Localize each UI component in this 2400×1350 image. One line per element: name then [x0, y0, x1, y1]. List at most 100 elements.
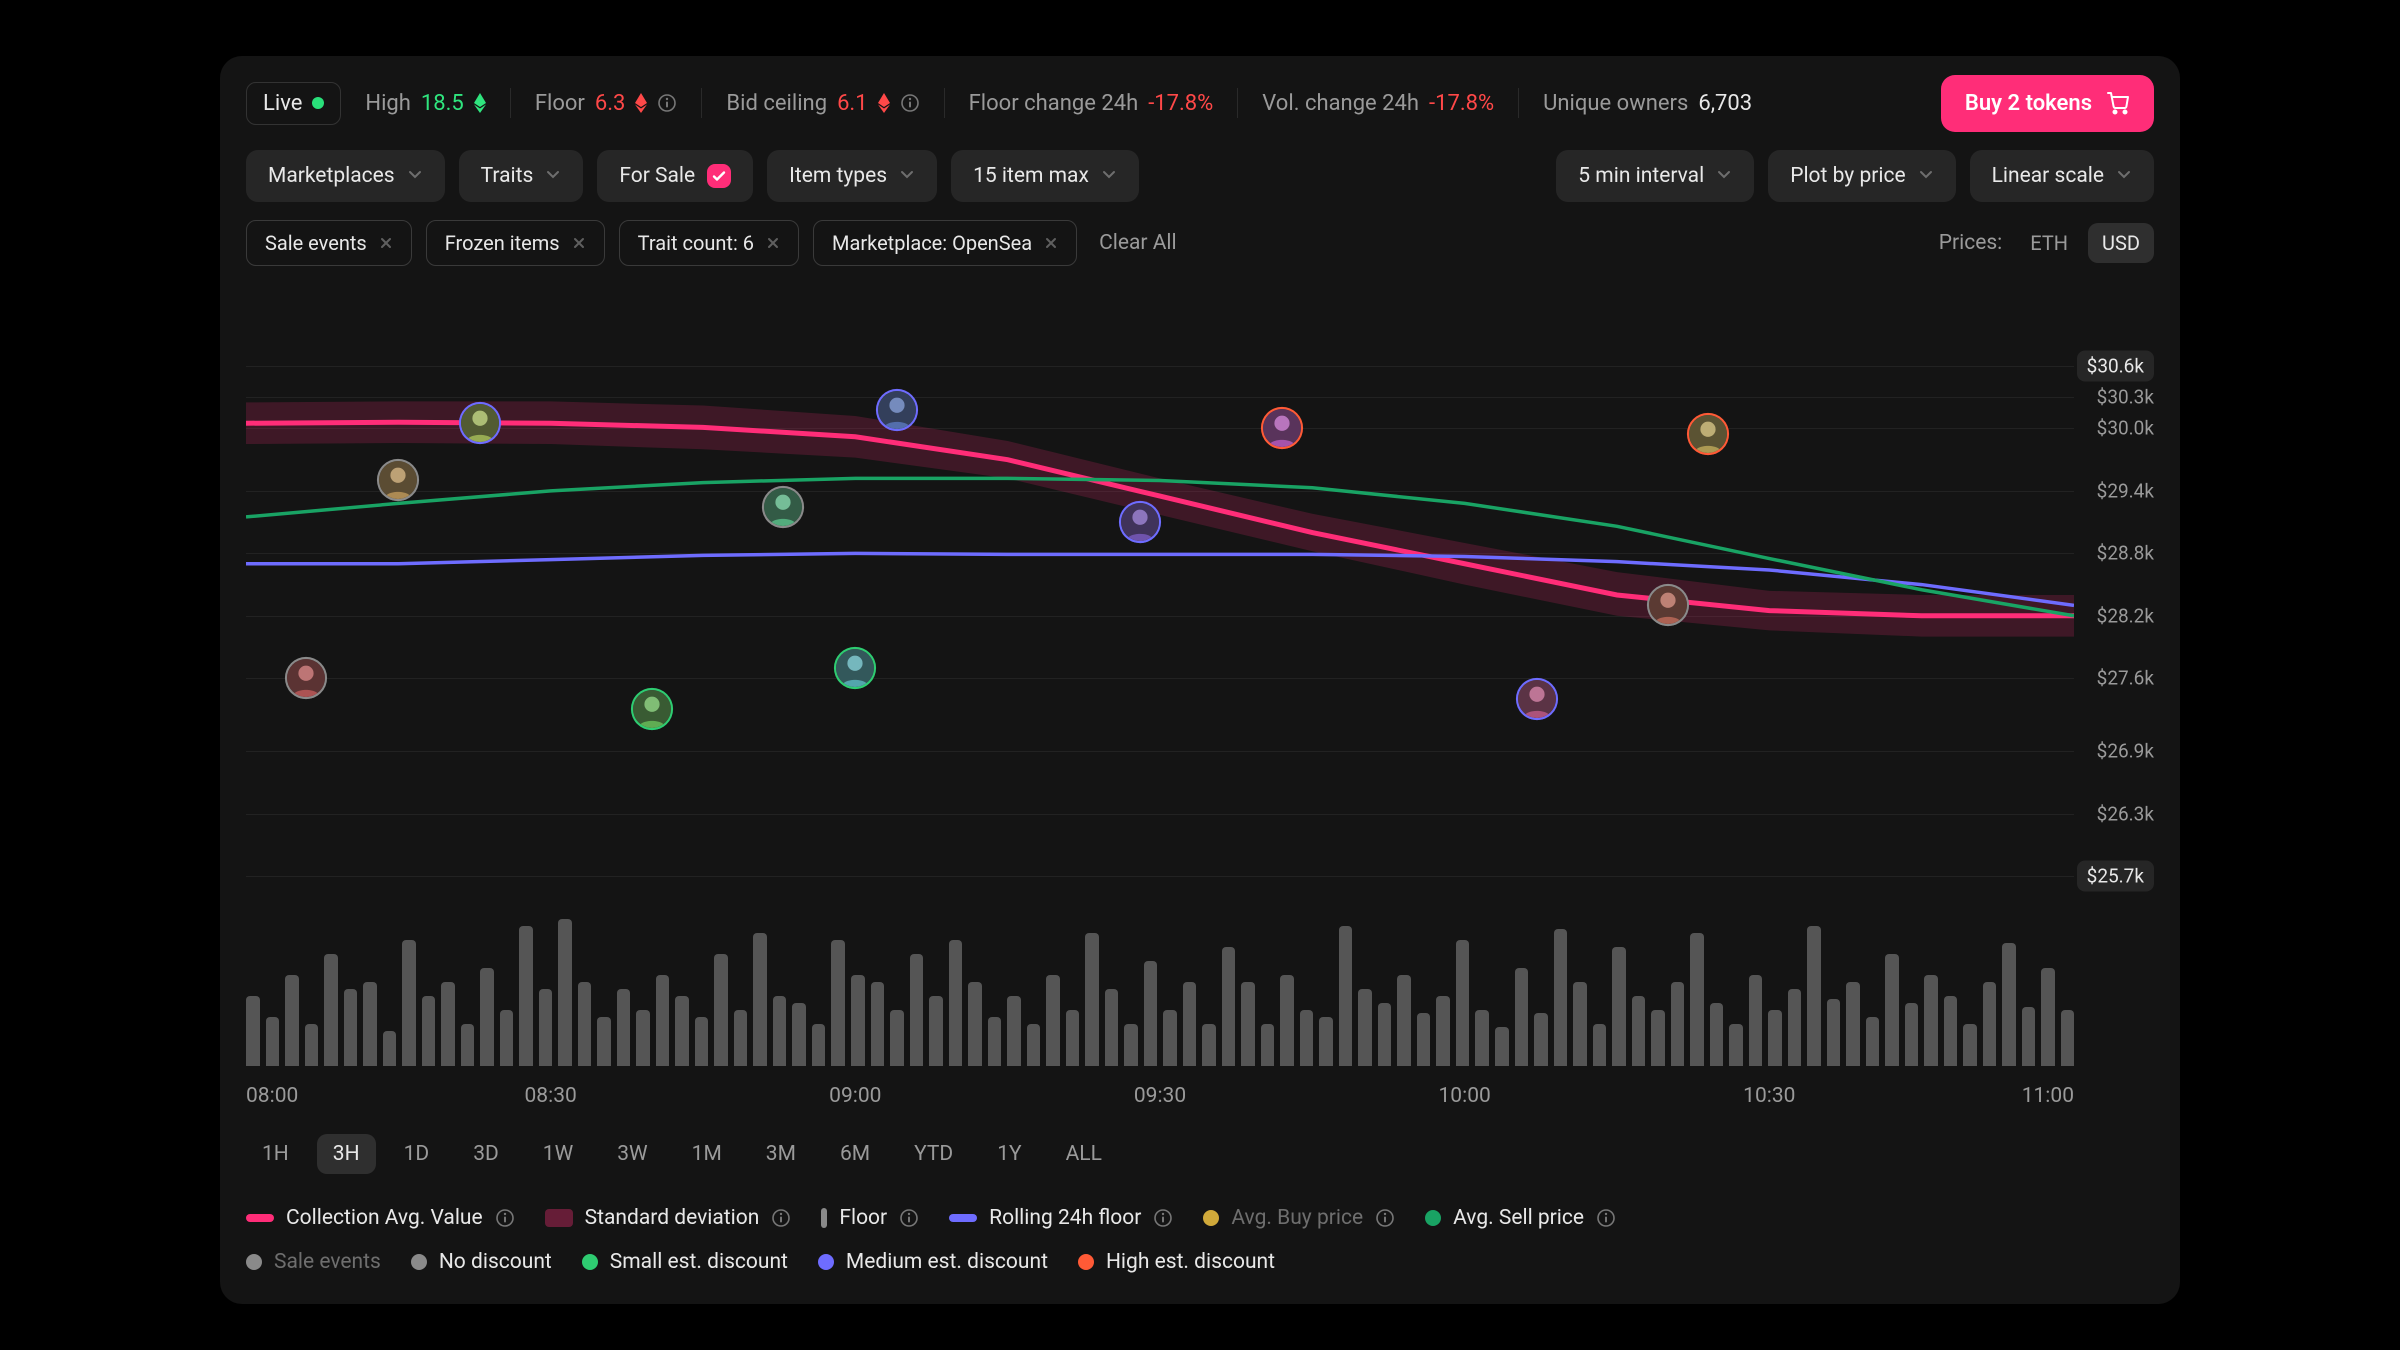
legend-item[interactable]: High est. discount — [1078, 1250, 1275, 1274]
range-3d[interactable]: 3D — [457, 1134, 515, 1174]
sale-event-marker[interactable] — [1645, 582, 1691, 628]
item-types-dropdown[interactable]: Item types — [767, 150, 937, 202]
volume-bar — [1007, 996, 1021, 1066]
volume-bar — [363, 982, 377, 1066]
divider — [701, 88, 702, 118]
volume-bar — [636, 1010, 650, 1066]
info-icon[interactable] — [1596, 1208, 1616, 1228]
range-1h[interactable]: 1H — [246, 1134, 305, 1174]
range-3m[interactable]: 3M — [750, 1134, 812, 1174]
sale-event-marker[interactable] — [457, 400, 503, 446]
range-1w[interactable]: 1W — [527, 1134, 589, 1174]
traits-dropdown[interactable]: Traits — [459, 150, 584, 202]
volume-chart[interactable] — [246, 906, 2074, 1066]
clear-all-button[interactable]: Clear All — [1099, 231, 1177, 255]
range-1y[interactable]: 1Y — [981, 1134, 1037, 1174]
marketplaces-dropdown[interactable]: Marketplaces — [246, 150, 445, 202]
volume-bar — [1866, 1017, 1880, 1066]
sale-event-marker[interactable] — [760, 484, 806, 530]
sale-event-marker[interactable] — [283, 655, 329, 701]
legend-item[interactable]: Standard deviation — [545, 1206, 792, 1230]
legend-item[interactable]: Sale events — [246, 1250, 381, 1274]
range-ytd[interactable]: YTD — [898, 1134, 969, 1174]
volume-bar — [1807, 926, 1821, 1066]
currency-eth[interactable]: ETH — [2016, 223, 2082, 263]
volume-bar — [1885, 954, 1899, 1066]
interval-dropdown[interactable]: 5 min interval — [1556, 150, 1754, 202]
range-all[interactable]: ALL — [1050, 1134, 1118, 1174]
range-1m[interactable]: 1M — [676, 1134, 738, 1174]
sale-event-marker[interactable] — [1117, 499, 1163, 545]
volume-bar — [1163, 1010, 1177, 1066]
price-chart[interactable]: $30.6k$30.3k$30.0k$29.4k$28.8k$28.2k$27.… — [246, 366, 2154, 876]
filter-chip[interactable]: Sale events — [246, 220, 412, 266]
volume-bar — [1788, 989, 1802, 1066]
legend-item[interactable]: Avg. Sell price — [1425, 1206, 1616, 1230]
x-axis-tick: 09:30 — [1134, 1084, 1186, 1108]
filter-chip[interactable]: Frozen items — [426, 220, 605, 266]
volume-bar — [305, 1024, 319, 1066]
volume-bar — [1300, 1010, 1314, 1066]
info-icon[interactable] — [771, 1208, 791, 1228]
filter-chip[interactable]: Trait count: 6 — [619, 220, 799, 266]
sale-event-marker[interactable] — [1685, 411, 1731, 457]
stat-floor-change: Floor change 24h -17.8% — [969, 91, 1214, 116]
legend-item[interactable]: Rolling 24h floor — [949, 1206, 1173, 1230]
info-icon[interactable] — [495, 1208, 515, 1228]
scale-dropdown[interactable]: Linear scale — [1970, 150, 2154, 202]
volume-bar — [792, 1003, 806, 1066]
volume-bar — [1573, 982, 1587, 1066]
legend-item[interactable]: No discount — [411, 1250, 552, 1274]
legend-item[interactable]: Collection Avg. Value — [246, 1206, 515, 1230]
volume-bar — [1183, 982, 1197, 1066]
volume-bar — [597, 1017, 611, 1066]
sale-event-marker[interactable] — [874, 387, 920, 433]
volume-bar — [1963, 1024, 1977, 1066]
y-axis-tick: $29.4k — [2097, 479, 2154, 502]
volume-bar — [1319, 1017, 1333, 1066]
info-icon[interactable] — [900, 93, 920, 113]
sale-event-marker[interactable] — [1259, 405, 1305, 451]
sale-event-marker[interactable] — [629, 686, 675, 732]
legend-row-1: Collection Avg. Value Standard deviation F… — [246, 1206, 2154, 1230]
close-icon[interactable] — [572, 236, 586, 250]
currency-usd[interactable]: USD — [2088, 223, 2154, 263]
close-icon[interactable] — [1044, 236, 1058, 250]
sale-event-marker[interactable] — [375, 457, 421, 503]
filter-chip[interactable]: Marketplace: OpenSea — [813, 220, 1077, 266]
volume-bar — [1027, 1024, 1041, 1066]
filter-row-1: Marketplaces Traits For Sale Item types … — [220, 150, 2180, 202]
volume-bar — [1534, 1013, 1548, 1066]
sale-event-marker[interactable] — [1514, 676, 1560, 722]
volume-bar — [324, 954, 338, 1066]
info-icon[interactable] — [657, 93, 677, 113]
plot-by-dropdown[interactable]: Plot by price — [1768, 150, 1955, 202]
volume-bar — [480, 968, 494, 1066]
item-max-dropdown[interactable]: 15 item max — [951, 150, 1139, 202]
close-icon[interactable] — [766, 236, 780, 250]
close-icon[interactable] — [379, 236, 393, 250]
volume-bar — [1768, 1010, 1782, 1066]
info-icon[interactable] — [1153, 1208, 1173, 1228]
volume-bar — [1729, 1024, 1743, 1066]
sale-event-marker[interactable] — [832, 645, 878, 691]
legend-item[interactable]: Small est. discount — [582, 1250, 788, 1274]
range-3w[interactable]: 3W — [601, 1134, 663, 1174]
legend-item[interactable]: Avg. Buy price — [1203, 1206, 1395, 1230]
info-icon[interactable] — [1375, 1208, 1395, 1228]
buy-tokens-button[interactable]: Buy 2 tokens — [1941, 75, 2154, 132]
volume-bar — [695, 1017, 709, 1066]
legend-item[interactable]: Floor — [821, 1206, 919, 1230]
volume-bar — [285, 975, 299, 1066]
info-icon[interactable] — [899, 1208, 919, 1228]
volume-bar — [2022, 1007, 2036, 1066]
range-1d[interactable]: 1D — [388, 1134, 446, 1174]
x-axis: 08:0008:3009:0009:3010:0010:3011:00 — [246, 1084, 2074, 1120]
volume-bar — [246, 996, 260, 1066]
legend-item[interactable]: Medium est. discount — [818, 1250, 1048, 1274]
for-sale-toggle[interactable]: For Sale — [597, 150, 753, 202]
range-3h[interactable]: 3H — [317, 1134, 376, 1174]
range-6m[interactable]: 6M — [824, 1134, 886, 1174]
y-axis-tick: $28.8k — [2097, 542, 2154, 565]
stat-high: High 18.5 — [365, 91, 485, 116]
